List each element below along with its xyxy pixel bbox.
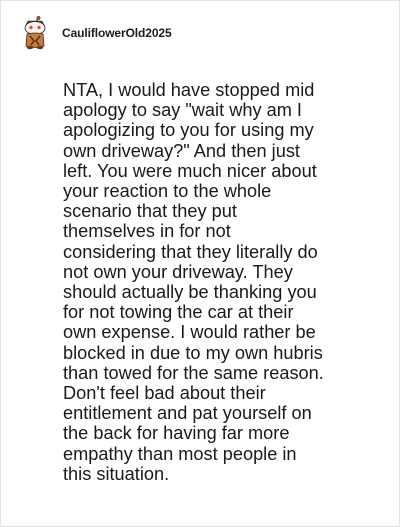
comment-header: CauliflowerOld2025 bbox=[21, 14, 172, 52]
snoo-avatar-icon[interactable] bbox=[21, 16, 49, 50]
comment-body: NTA, I would have stopped mid apology to… bbox=[63, 80, 324, 484]
comment-card: CauliflowerOld2025 NTA, I would have sto… bbox=[0, 0, 400, 527]
comment-username[interactable]: CauliflowerOld2025 bbox=[62, 26, 172, 40]
